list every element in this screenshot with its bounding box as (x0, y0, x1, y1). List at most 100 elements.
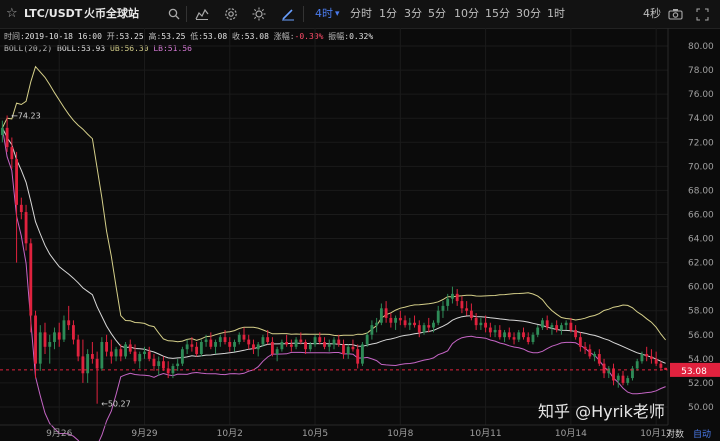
candle-body (285, 341, 289, 345)
candle-body (185, 344, 189, 350)
candle-body (218, 337, 222, 342)
settings-icon[interactable] (224, 0, 238, 28)
candle-body (417, 325, 421, 333)
candle-body (48, 341, 52, 347)
x-tick-label: 10月8 (387, 428, 413, 439)
candle-body (574, 329, 578, 338)
last-price-label: 53.08 (681, 367, 707, 377)
candle-body (34, 315, 37, 364)
x-tick-label: 10月5 (302, 428, 328, 439)
log-scale-toggle[interactable]: 对数 (666, 427, 684, 440)
candle-body (361, 344, 364, 364)
fullscreen-icon[interactable] (696, 0, 709, 28)
candle-body (237, 334, 241, 342)
candle-body (10, 147, 14, 160)
candle-body (162, 361, 165, 369)
candle-body (138, 354, 142, 362)
candle-body (5, 127, 9, 148)
price-annotation: ←74.23 (11, 111, 41, 120)
candle-body (128, 344, 132, 352)
candle-body (512, 337, 516, 340)
candle-body (147, 351, 151, 359)
candle-body (133, 351, 137, 362)
candle-body (640, 354, 644, 362)
indicator-icon[interactable] (195, 0, 209, 28)
candle-body (332, 339, 336, 345)
candle-body (413, 322, 416, 326)
candle-body (621, 375, 625, 383)
symbol-label[interactable]: LTC/USDT (24, 0, 82, 28)
theme-icon[interactable] (252, 0, 266, 28)
interval-5m[interactable]: 5分 (428, 0, 446, 28)
candle-body (427, 325, 431, 328)
interval-10m[interactable]: 10分 (454, 0, 479, 28)
candle-body (280, 341, 284, 350)
candle-body (398, 317, 402, 321)
candle-body (451, 293, 454, 299)
boll-upper-band (1, 65, 666, 343)
y-tick-label: 52.00 (688, 379, 714, 389)
candle-body (228, 341, 232, 347)
candle-body (261, 337, 265, 345)
x-tick-label: 10月2 (217, 428, 243, 439)
candle-body (626, 378, 630, 383)
candle-body (29, 243, 33, 316)
candle-body (152, 358, 156, 367)
candle-body (550, 325, 554, 328)
candle-body (180, 349, 184, 364)
candle-body (455, 293, 459, 302)
candle-body (195, 346, 199, 355)
candle-body (67, 320, 71, 326)
interval-3m[interactable]: 3分 (404, 0, 422, 28)
candle-body (460, 301, 464, 309)
chevron-down-icon[interactable]: ▾ (335, 0, 340, 28)
camera-icon[interactable] (668, 0, 683, 28)
candle-body (342, 344, 345, 355)
y-tick-label: 76.00 (688, 90, 714, 100)
y-tick-label: 56.00 (688, 331, 714, 341)
candle-body (270, 341, 274, 355)
interval-1m[interactable]: 1分 (379, 0, 397, 28)
interval-1h[interactable]: 1时 (547, 0, 565, 28)
candle-body (616, 375, 620, 381)
candle-body (38, 332, 42, 364)
interval-4h[interactable]: 4时 (315, 0, 333, 28)
candle-body (659, 363, 663, 368)
candle-body (43, 332, 47, 347)
star-icon[interactable]: ☆ (6, 0, 18, 28)
candlestick-chart[interactable]: 53.08 50.00 52.00 54.00 56.00 58.00 60.00 62.00… (0, 28, 720, 441)
interval-15m[interactable]: 15分 (485, 0, 510, 28)
candle-body (479, 322, 483, 326)
y-tick-label: 54.00 (688, 355, 714, 365)
candle-body (157, 361, 161, 367)
candle-body (223, 337, 227, 342)
interval-30m[interactable]: 30分 (516, 0, 541, 28)
candle-body (517, 332, 521, 340)
candle-body (171, 366, 175, 374)
candle-body (531, 334, 535, 342)
candle-body (432, 322, 435, 328)
candle-body (176, 363, 180, 367)
candle-body (356, 349, 360, 364)
candle-body (62, 320, 66, 340)
search-icon[interactable] (168, 0, 180, 28)
candle-body (190, 344, 194, 347)
candle-body (588, 349, 592, 357)
candle-body (57, 332, 61, 340)
candle-body (465, 308, 469, 311)
candle-body (252, 344, 255, 350)
candle-body (441, 305, 445, 311)
candle-body (507, 332, 511, 338)
candle-body (119, 349, 123, 357)
auto-scale-toggle[interactable]: 自动 (693, 427, 711, 440)
candle-body (446, 298, 450, 306)
candle-body (323, 341, 326, 347)
countdown-label: 4秒 (643, 7, 661, 20)
candle-body (124, 344, 127, 357)
interval-timeline[interactable]: 分时 (350, 0, 372, 28)
y-tick-label: 58.00 (688, 307, 714, 317)
candle-body (318, 337, 322, 342)
candle-body (526, 337, 530, 342)
draw-icon[interactable] (281, 0, 295, 28)
candle-body (578, 337, 582, 347)
